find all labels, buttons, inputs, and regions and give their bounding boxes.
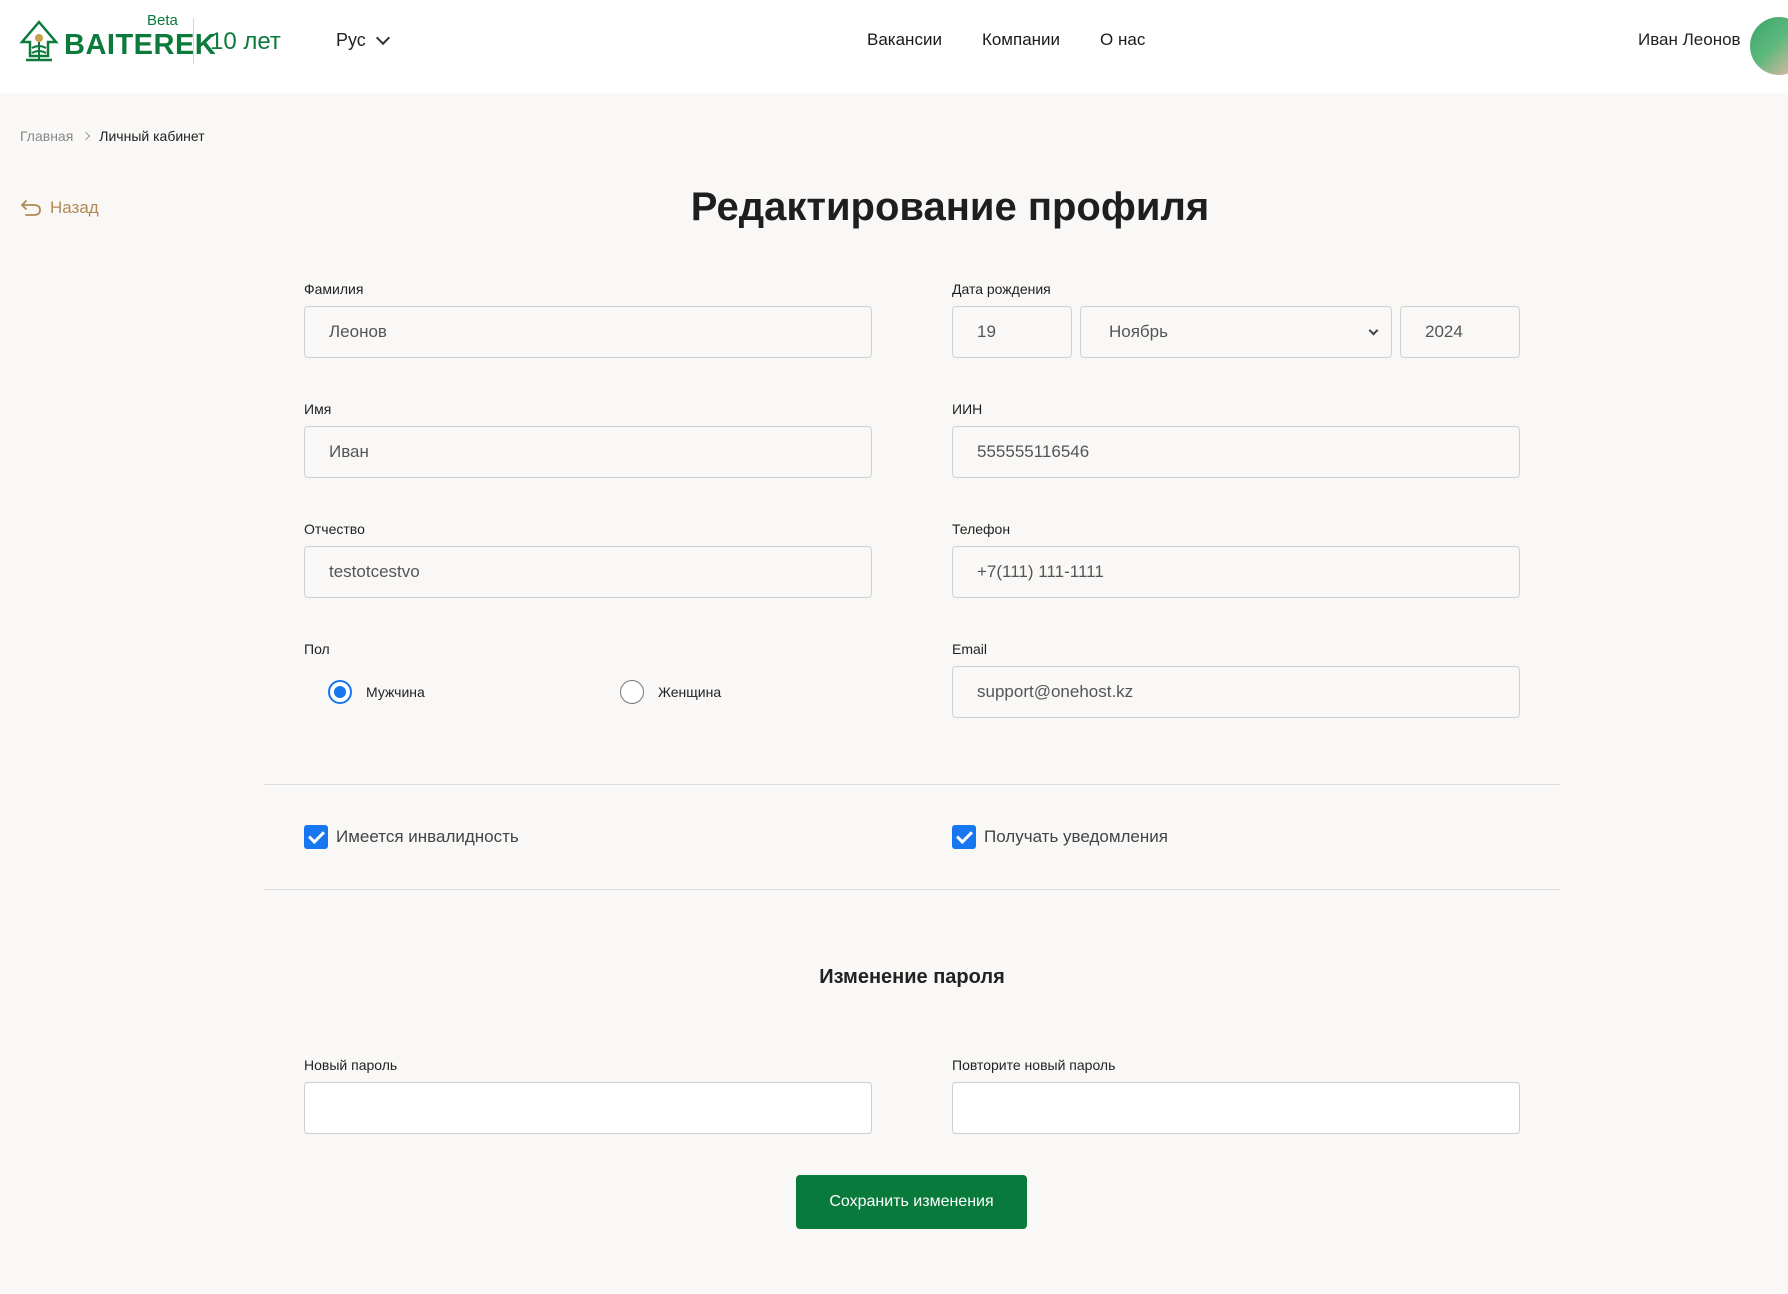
logo[interactable]: BAITEREK Beta [18, 12, 216, 66]
iin-input[interactable]: 555555116546 [952, 426, 1520, 478]
disability-checkbox[interactable]: Имеется инвалидность [304, 825, 519, 849]
chevron-right-icon [82, 131, 91, 141]
gender-female-label: Женщина [658, 684, 722, 700]
phone-input[interactable]: +7(111) 111-1111 [952, 546, 1520, 598]
patronymic-input[interactable]: testotcestvo [304, 546, 872, 598]
last-name-label: Фамилия [304, 281, 364, 297]
section-divider [264, 889, 1560, 890]
iin-label: ИИН [952, 401, 983, 417]
new-password-input[interactable] [304, 1082, 872, 1134]
breadcrumb-home[interactable]: Главная [20, 128, 73, 144]
page-title: Редактирование профиля [690, 185, 1210, 229]
chevron-down-icon [375, 30, 390, 45]
password-section-title: Изменение пароля [819, 966, 1005, 988]
birth-year-input[interactable]: 2024 [1400, 306, 1520, 358]
new-password-label: Новый пароль [304, 1057, 398, 1073]
last-name-input[interactable]: Леонов [304, 306, 872, 358]
breadcrumb: Главная Личный кабинет [20, 128, 205, 144]
gender-label: Пол [304, 641, 330, 657]
email-label: Email [952, 641, 988, 657]
disability-label: Имеется инвалидность [336, 827, 519, 846]
birth-month-select[interactable]: Ноябрь [1080, 306, 1392, 358]
beta-badge: Beta [147, 12, 178, 29]
anniversary-label: 10 лет [210, 28, 281, 55]
nav-item-companies[interactable]: Компании [982, 30, 1060, 50]
phone-label: Телефон [952, 521, 1011, 537]
chevron-down-icon [1368, 325, 1379, 336]
gender-male-label: Мужчина [366, 684, 425, 700]
birth-date-label: Дата рождения [952, 281, 1051, 297]
user-name[interactable]: Иван Леонов [1638, 30, 1741, 50]
repeat-password-input[interactable] [952, 1082, 1520, 1134]
birth-day-input[interactable]: 19 [952, 306, 1072, 358]
repeat-password-label: Повторите новый пароль [952, 1057, 1116, 1073]
gender-male-radio[interactable]: Мужчина [328, 680, 425, 704]
radio-checked-icon [328, 680, 352, 704]
radio-unchecked-icon [620, 680, 644, 704]
language-selector[interactable]: Рус [336, 30, 390, 51]
email-input[interactable]: support@onehost.kz [952, 666, 1520, 718]
patronymic-label: Отчество [304, 521, 365, 537]
save-button[interactable]: Сохранить изменения [796, 1175, 1027, 1229]
checkbox-checked-icon [952, 825, 976, 849]
nav-item-vacancies[interactable]: Вакансии [867, 30, 942, 50]
breadcrumb-current: Личный кабинет [99, 128, 205, 144]
birth-month-value: Ноябрь [1109, 322, 1168, 341]
notifications-label: Получать уведомления [984, 827, 1168, 846]
checkbox-checked-icon [304, 825, 328, 849]
nav-item-about[interactable]: О нас [1100, 30, 1145, 50]
section-divider [264, 784, 1560, 785]
baiterek-tree-icon [19, 20, 59, 62]
first-name-label: Имя [304, 401, 332, 417]
notifications-checkbox[interactable]: Получать уведомления [952, 825, 1168, 849]
logo-divider [193, 18, 194, 64]
gender-female-radio[interactable]: Женщина [620, 680, 721, 704]
language-label: Рус [336, 30, 366, 50]
main-nav: Вакансии Компании О нас [867, 30, 1145, 50]
header: BAITEREK Beta 10 лет Рус Вакансии Компан… [0, 0, 1788, 93]
first-name-input[interactable]: Иван [304, 426, 872, 478]
avatar[interactable] [1750, 17, 1788, 75]
